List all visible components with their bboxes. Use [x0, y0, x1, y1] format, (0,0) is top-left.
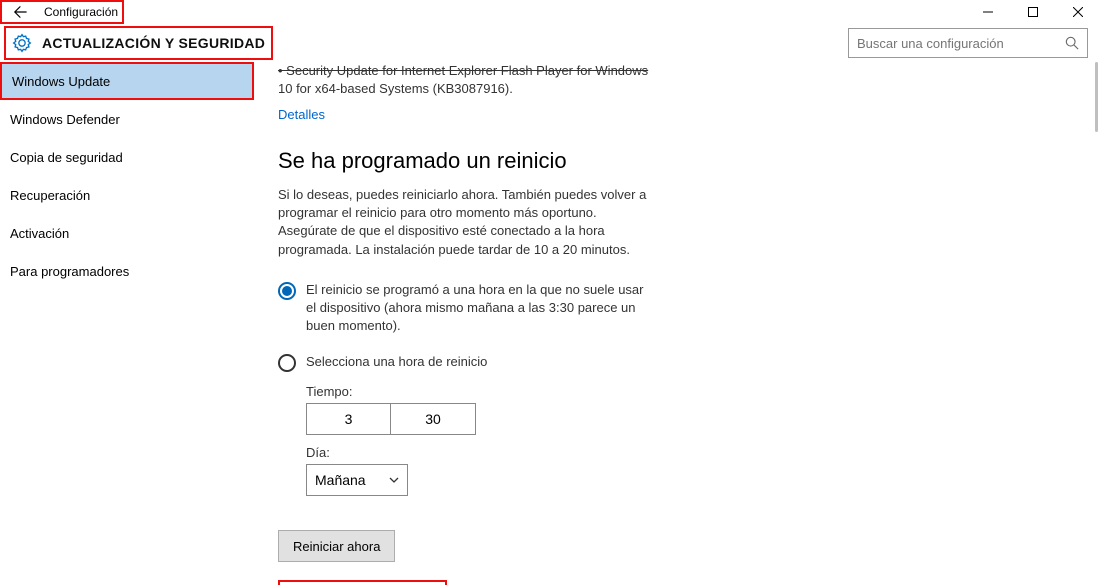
sidebar: Windows Update Windows Defender Copia de… — [0, 62, 254, 585]
window-controls — [965, 0, 1100, 24]
sidebar-item-label: Windows Defender — [10, 112, 120, 127]
update-item-cut: • Security Update for Internet Explorer … — [278, 62, 1086, 80]
sidebar-item-windows-defender[interactable]: Windows Defender — [0, 100, 254, 138]
time-label: Tiempo: — [306, 384, 648, 399]
titlebar: Configuración — [0, 0, 1100, 24]
radio-auto-schedule[interactable]: El reinicio se programó a una hora en la… — [278, 281, 648, 336]
sidebar-item-label: Para programadores — [10, 264, 129, 279]
day-label: Día: — [306, 445, 648, 460]
maximize-icon — [1028, 7, 1038, 17]
radio-icon — [278, 354, 296, 372]
radio-manual-schedule[interactable]: Selecciona una hora de reinicio — [278, 353, 648, 372]
restart-paragraph: Si lo deseas, puedes reiniciarlo ahora. … — [278, 186, 648, 259]
time-hour-cell[interactable]: 3 — [306, 403, 391, 435]
search-box[interactable] — [848, 28, 1088, 58]
sidebar-item-copia-de-seguridad[interactable]: Copia de seguridad — [0, 138, 254, 176]
details-link[interactable]: Detalles — [278, 107, 325, 122]
sidebar-item-label: Windows Update — [12, 74, 110, 89]
time-picker[interactable]: 3 30 — [306, 403, 648, 435]
section-title: Se ha programado un reinicio — [278, 148, 1086, 174]
page-header: ACTUALIZACIÓN Y SEGURIDAD — [0, 24, 1100, 62]
main-content: • Security Update for Internet Explorer … — [254, 62, 1100, 585]
minimize-icon — [983, 7, 993, 17]
minimize-button[interactable] — [965, 0, 1010, 24]
day-picker[interactable]: Mañana — [306, 464, 408, 496]
sidebar-item-recuperacion[interactable]: Recuperación — [0, 176, 254, 214]
gear-icon — [12, 33, 32, 53]
sidebar-item-para-programadores[interactable]: Para programadores — [0, 252, 254, 290]
update-item-desc: 10 for x64-based Systems (KB3087916). — [278, 80, 1086, 98]
sidebar-item-label: Copia de seguridad — [10, 150, 123, 165]
sidebar-item-activacion[interactable]: Activación — [0, 214, 254, 252]
page-title: ACTUALIZACIÓN Y SEGURIDAD — [42, 35, 265, 51]
back-arrow-icon — [13, 5, 27, 19]
restart-radio-group: El reinicio se programó a una hora en la… — [278, 281, 648, 497]
sidebar-item-label: Activación — [10, 226, 69, 241]
chevron-down-icon — [389, 475, 399, 485]
day-value: Mañana — [315, 472, 366, 488]
body: Windows Update Windows Defender Copia de… — [0, 62, 1100, 585]
scrollbar[interactable] — [1086, 62, 1100, 585]
radio-label: Selecciona una hora de reinicio — [306, 353, 487, 371]
titlebar-breadcrumb: Configuración — [0, 0, 124, 24]
search-input[interactable] — [857, 36, 1065, 51]
restart-now-button[interactable]: Reiniciar ahora — [278, 530, 395, 562]
close-icon — [1073, 7, 1083, 17]
window-title: Configuración — [38, 5, 118, 19]
radio-icon — [278, 282, 296, 300]
sidebar-item-windows-update[interactable]: Windows Update — [0, 62, 254, 100]
close-button[interactable] — [1055, 0, 1100, 24]
time-minute-cell[interactable]: 30 — [391, 403, 476, 435]
button-label: Reiniciar ahora — [293, 539, 380, 554]
sidebar-item-label: Recuperación — [10, 188, 90, 203]
search-icon — [1065, 36, 1079, 50]
radio-label: El reinicio se programó a una hora en la… — [306, 281, 648, 336]
manual-time-block: Tiempo: 3 30 Día: Mañana — [306, 384, 648, 496]
back-button[interactable] — [2, 2, 38, 22]
header-title-group: ACTUALIZACIÓN Y SEGURIDAD — [4, 26, 273, 60]
advanced-options-box: Opciones avanzadas — [278, 580, 447, 585]
scroll-thumb[interactable] — [1095, 62, 1098, 132]
maximize-button[interactable] — [1010, 0, 1055, 24]
